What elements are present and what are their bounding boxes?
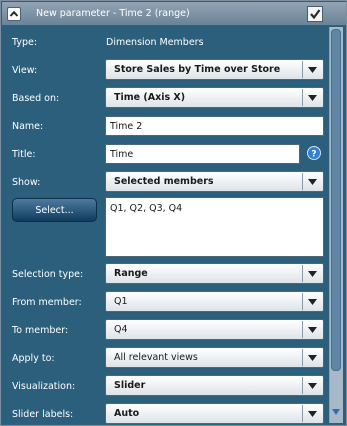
- panel-title: New parameter - Time 2 (range): [36, 8, 190, 19]
- triangle-down-icon: [308, 327, 317, 333]
- name-input[interactable]: Time 2: [105, 116, 324, 136]
- visualization-value: Slider: [114, 380, 146, 391]
- visualization-dropdown[interactable]: Slider: [105, 375, 324, 396]
- dropdown-separator: [302, 61, 303, 78]
- title-input-value: Time: [110, 149, 134, 160]
- triangle-down-icon: [308, 383, 317, 389]
- based-on-dropdown[interactable]: Time (Axis X): [105, 87, 324, 108]
- show-dropdown[interactable]: Selected members: [105, 171, 324, 192]
- question-mark-icon[interactable]: ?: [307, 146, 321, 160]
- type-label: Type:: [12, 37, 38, 48]
- name-input-value: Time 2: [110, 121, 143, 132]
- view-label: View:: [12, 65, 38, 76]
- visualization-label: Visualization:: [12, 381, 76, 392]
- checkmark-icon: [310, 9, 321, 20]
- scrollbar-thumb[interactable]: [331, 29, 341, 371]
- triangle-down-icon: [308, 411, 317, 417]
- triangle-down-icon: [308, 355, 317, 361]
- apply-to-label: Apply to:: [12, 353, 55, 364]
- panel-header: New parameter - Time 2 (range): [2, 2, 346, 26]
- to-member-value: Q4: [114, 324, 128, 335]
- parameter-panel: New parameter - Time 2 (range) Type: Dim…: [0, 0, 347, 426]
- selected-members-text: Q1, Q2, Q3, Q4: [110, 203, 183, 214]
- dropdown-separator: [302, 321, 303, 338]
- based-on-label: Based on:: [12, 93, 60, 104]
- selection-type-dropdown[interactable]: Range: [105, 263, 324, 284]
- from-member-value: Q1: [114, 296, 128, 307]
- title-label: Title:: [12, 149, 36, 160]
- view-dropdown-value: Store Sales by Time over Store: [114, 64, 281, 75]
- select-button-label: Select...: [35, 205, 74, 216]
- from-member-label: From member:: [12, 297, 82, 308]
- triangle-down-icon: [308, 95, 317, 101]
- apply-to-dropdown[interactable]: All relevant views: [105, 347, 324, 368]
- to-member-dropdown[interactable]: Q4: [105, 319, 324, 340]
- show-label: Show:: [12, 177, 41, 188]
- apply-to-value: All relevant views: [114, 352, 198, 363]
- triangle-down-icon: [308, 271, 317, 277]
- slider-labels-dropdown[interactable]: Auto: [105, 403, 324, 424]
- svg-text:?: ?: [311, 150, 316, 160]
- selection-type-value: Range: [114, 268, 148, 279]
- show-dropdown-value: Selected members: [114, 176, 214, 187]
- select-members-button[interactable]: Select...: [12, 198, 97, 222]
- dropdown-separator: [302, 405, 303, 422]
- collapse-button[interactable]: [7, 7, 21, 21]
- scroll-down-button[interactable]: [330, 405, 342, 419]
- dropdown-separator: [302, 293, 303, 310]
- dropdown-separator: [302, 377, 303, 394]
- dropdown-separator: [302, 349, 303, 366]
- triangle-down-icon: [332, 409, 340, 415]
- name-label: Name:: [12, 121, 44, 132]
- selection-type-label: Selection type:: [12, 269, 84, 280]
- dropdown-separator: [302, 89, 303, 106]
- chevron-up-icon: [9, 10, 19, 17]
- triangle-down-icon: [308, 67, 317, 73]
- view-dropdown[interactable]: Store Sales by Time over Store: [105, 59, 324, 80]
- enable-checkbox[interactable]: [307, 6, 323, 22]
- triangle-down-icon: [308, 179, 317, 185]
- from-member-dropdown[interactable]: Q1: [105, 291, 324, 312]
- triangle-down-icon: [308, 299, 317, 305]
- to-member-label: To member:: [12, 325, 69, 336]
- slider-labels-label: Slider labels:: [12, 409, 74, 420]
- type-value: Dimension Members: [106, 37, 204, 48]
- selected-members-box[interactable]: Q1, Q2, Q3, Q4: [105, 197, 324, 257]
- title-input[interactable]: Time: [105, 144, 300, 164]
- dropdown-separator: [302, 265, 303, 282]
- slider-labels-value: Auto: [114, 408, 140, 419]
- dropdown-separator: [302, 173, 303, 190]
- based-on-dropdown-value: Time (Axis X): [114, 92, 186, 103]
